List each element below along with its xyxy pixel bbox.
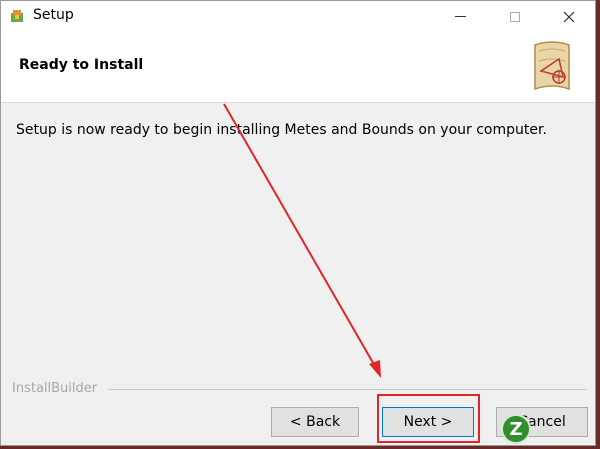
minimize-icon — [454, 16, 466, 17]
watermark-logo: Z — [501, 414, 531, 444]
setup-window: Setup Ready to Install Setup is now read… — [0, 0, 596, 446]
close-button[interactable] — [546, 1, 592, 32]
back-button[interactable]: < Back — [271, 407, 359, 437]
installer-icon — [11, 10, 23, 22]
installbuilder-label: InstallBuilder — [12, 381, 98, 396]
window-title: Setup — [33, 7, 74, 23]
map-scroll-logo — [534, 41, 570, 91]
maximize-icon — [510, 11, 520, 22]
minimize-button[interactable] — [437, 1, 483, 32]
page-title: Ready to Install — [19, 57, 144, 73]
ready-message: Setup is now ready to begin installing M… — [16, 122, 547, 138]
title-bar: Setup — [1, 1, 595, 32]
close-icon — [563, 11, 575, 22]
maximize-button[interactable] — [492, 1, 538, 32]
next-button[interactable]: Next > — [382, 407, 474, 437]
page-header: Ready to Install — [1, 32, 595, 103]
footer-divider — [108, 389, 587, 390]
